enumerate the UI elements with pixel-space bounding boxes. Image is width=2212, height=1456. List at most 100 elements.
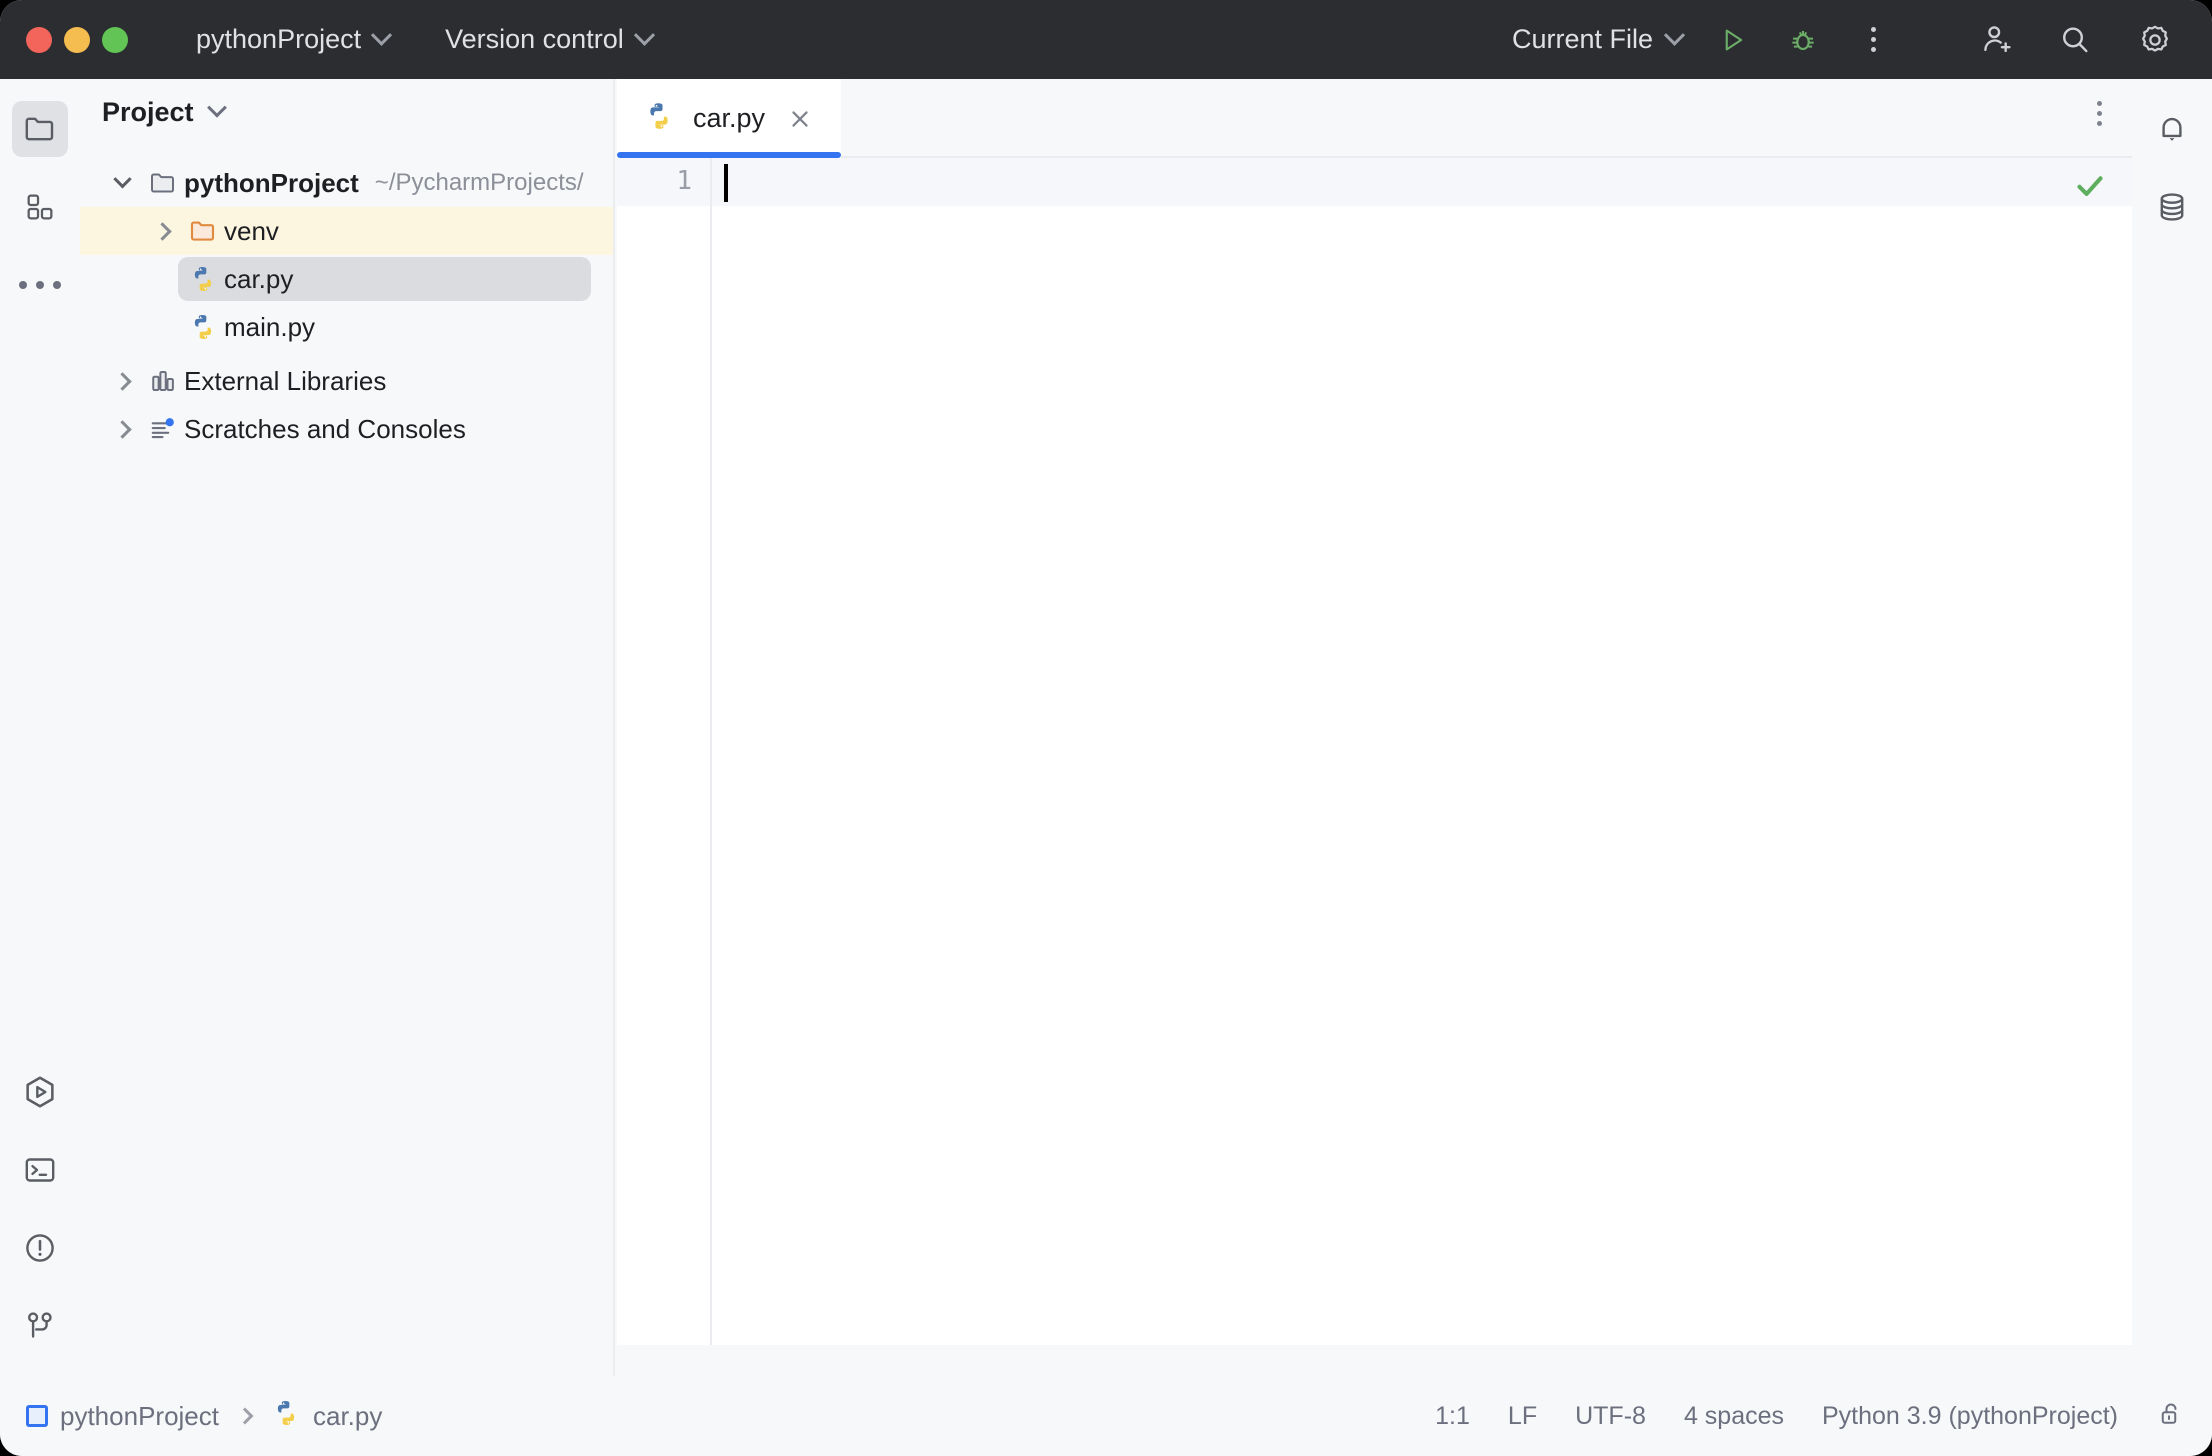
bell-icon — [2154, 111, 2190, 147]
python-file-icon — [643, 100, 675, 137]
title-bar-right-controls: Current File — [1512, 0, 2212, 79]
library-icon — [142, 366, 184, 396]
breadcrumb-label: car.py — [313, 1401, 382, 1432]
chevron-down-icon — [207, 98, 227, 118]
version-control-menu[interactable]: Version control — [435, 16, 662, 64]
sidebar-item-more[interactable] — [12, 257, 68, 313]
code-editor[interactable]: 1 — [617, 158, 2132, 1345]
tree-node-venv[interactable]: venv — [80, 207, 613, 255]
traffic-lights — [26, 27, 128, 53]
file-encoding[interactable]: UTF-8 — [1575, 1402, 1646, 1431]
git-branch-icon — [22, 1308, 58, 1344]
breadcrumb-item-file[interactable]: car.py — [271, 1398, 382, 1435]
gear-icon — [2137, 22, 2173, 58]
database-icon — [2154, 189, 2190, 225]
run-configuration-selector[interactable]: Current File — [1512, 24, 1682, 55]
right-tool-strip — [2132, 79, 2212, 1376]
run-button[interactable] — [1706, 13, 1760, 67]
unlocked-icon[interactable] — [2156, 1399, 2186, 1434]
folder-icon — [142, 168, 184, 198]
debug-bug-icon — [1787, 24, 1819, 56]
sidebar-item-commit[interactable] — [12, 179, 68, 235]
tree-node-label: Scratches and Consoles — [184, 414, 466, 445]
breadcrumb-item-project[interactable]: pythonProject — [26, 1401, 219, 1432]
chevron-right-icon — [236, 1408, 253, 1425]
expand-arrow[interactable] — [142, 225, 182, 238]
project-selector-label: pythonProject — [196, 24, 361, 55]
add-account-icon — [1977, 22, 2013, 58]
tree-node-project-root[interactable]: pythonProject ~/PycharmProjects/ — [80, 159, 613, 207]
tab-car-py[interactable]: car.py — [617, 79, 841, 158]
python-file-icon — [271, 1398, 301, 1435]
active-line-highlight — [617, 158, 2132, 206]
indent-setting[interactable]: 4 spaces — [1684, 1402, 1784, 1431]
chevron-down-icon — [113, 170, 131, 188]
more-actions-button[interactable] — [1846, 13, 1900, 67]
version-control-label: Version control — [445, 24, 624, 55]
project-selector[interactable]: pythonProject — [186, 16, 399, 64]
text-caret — [724, 164, 728, 202]
add-account-button[interactable] — [1968, 13, 2022, 67]
tree-node-external-libraries[interactable]: External Libraries — [80, 357, 613, 405]
line-separator[interactable]: LF — [1508, 1402, 1537, 1431]
checkmark-icon — [2073, 169, 2107, 203]
status-bar: pythonProject car.py 1:1 LF UTF-8 4 s — [0, 1376, 2212, 1456]
status-bar-right: 1:1 LF UTF-8 4 spaces Python 3.9 (python… — [1435, 1399, 2186, 1434]
chevron-right-icon — [153, 222, 171, 240]
python-file-icon — [182, 264, 224, 294]
sidebar-item-terminal[interactable] — [12, 1142, 68, 1198]
inspection-status-widget[interactable] — [2070, 166, 2110, 206]
left-tool-strip — [0, 79, 80, 1376]
tree-node-label: main.py — [224, 312, 315, 343]
run-configuration-label: Current File — [1512, 24, 1653, 55]
editor-area: car.py 1 — [617, 79, 2132, 1376]
folder-orange-icon — [182, 216, 224, 246]
expand-arrow[interactable] — [102, 423, 142, 436]
maximize-window-button[interactable] — [102, 27, 128, 53]
close-window-button[interactable] — [26, 27, 52, 53]
tree-node-label: car.py — [224, 264, 293, 295]
more-vertical-icon — [1871, 27, 1876, 52]
sidebar-item-run[interactable] — [12, 1064, 68, 1120]
line-number-gutter: 1 — [617, 158, 712, 1345]
sidebar-item-problems[interactable] — [12, 1220, 68, 1276]
pycharm-window: pythonProject Version control Current Fi… — [0, 0, 2212, 1456]
chevron-down-icon — [1664, 25, 1685, 46]
warning-circle-icon — [22, 1230, 58, 1266]
expand-arrow[interactable] — [102, 177, 142, 190]
minimize-window-button[interactable] — [64, 27, 90, 53]
breadcrumb: pythonProject car.py — [26, 1398, 382, 1435]
search-icon — [2058, 23, 2092, 57]
tree-node-main-py[interactable]: main.py — [80, 303, 613, 351]
caret-position[interactable]: 1:1 — [1435, 1402, 1470, 1431]
scratches-icon — [142, 414, 184, 444]
sidebar-item-project[interactable] — [12, 101, 68, 157]
run-triangle-icon — [1718, 25, 1748, 55]
chevron-right-icon — [113, 420, 131, 438]
breadcrumb-label: pythonProject — [60, 1401, 219, 1432]
expand-arrow[interactable] — [102, 375, 142, 388]
editor-options-button[interactable] — [2097, 101, 2102, 126]
tree-node-scratches-and-consoles[interactable]: Scratches and Consoles — [80, 405, 613, 453]
module-icon — [26, 1405, 48, 1427]
project-panel-header[interactable]: Project — [80, 79, 613, 145]
project-tree: pythonProject ~/PycharmProjects/ venv — [80, 159, 613, 453]
tree-node-path: ~/PycharmProjects/ — [375, 169, 584, 197]
python-interpreter[interactable]: Python 3.9 (pythonProject) — [1822, 1402, 2118, 1431]
tree-node-label: pythonProject — [184, 168, 359, 199]
folder-icon — [22, 111, 58, 147]
chevron-down-icon — [634, 25, 655, 46]
python-file-icon — [182, 312, 224, 342]
page-title: Project — [102, 97, 194, 128]
title-bar: pythonProject Version control Current Fi… — [0, 0, 2212, 79]
project-tool-window: Project pythonProject ~/PycharmProjects/ — [80, 79, 615, 1376]
close-icon[interactable] — [783, 102, 817, 136]
sidebar-item-database[interactable] — [2144, 179, 2200, 235]
search-everywhere-button[interactable] — [2048, 13, 2102, 67]
debug-button[interactable] — [1776, 13, 1830, 67]
tree-node-car-py[interactable]: car.py — [80, 255, 613, 303]
settings-button[interactable] — [2128, 13, 2182, 67]
sidebar-item-git[interactable] — [12, 1298, 68, 1354]
run-hexagon-icon — [21, 1073, 59, 1111]
sidebar-item-notifications[interactable] — [2144, 101, 2200, 157]
